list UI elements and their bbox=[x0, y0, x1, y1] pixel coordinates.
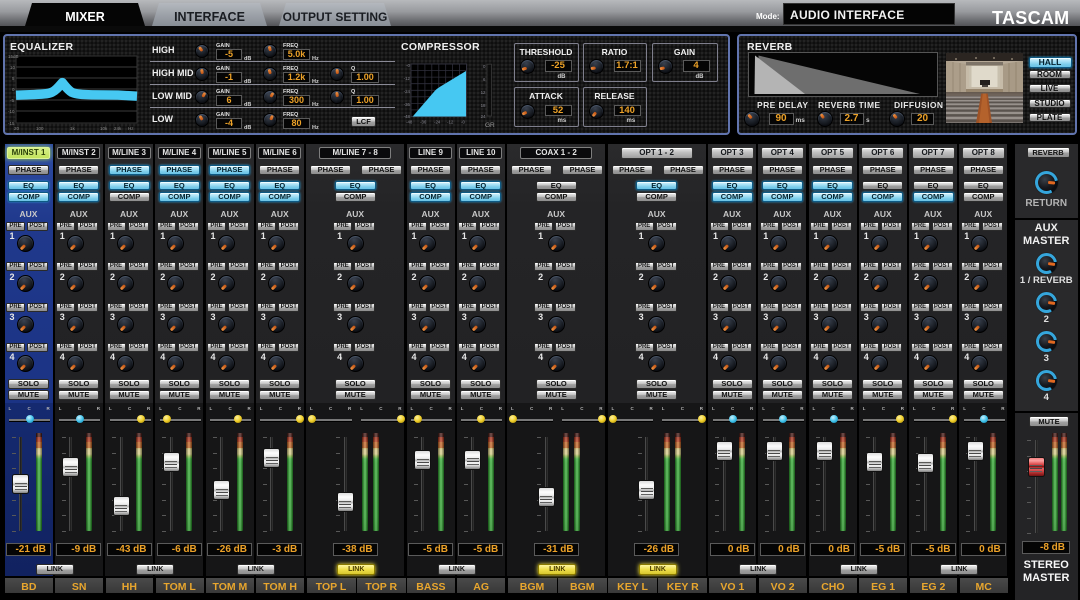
svg-text:20: 20 bbox=[14, 126, 20, 131]
svg-text:-36: -36 bbox=[420, 120, 427, 125]
svg-text:-24: -24 bbox=[434, 120, 441, 125]
svg-text:-12: -12 bbox=[404, 76, 411, 81]
svg-text:10: 10 bbox=[10, 65, 16, 70]
svg-text:-48: -48 bbox=[406, 120, 413, 125]
svg-text:1k: 1k bbox=[70, 126, 76, 131]
svg-text:5: 5 bbox=[12, 76, 15, 81]
svg-text:24k: 24k bbox=[114, 126, 122, 131]
svg-text:-10: -10 bbox=[8, 109, 15, 114]
svg-text:-5: -5 bbox=[10, 98, 14, 103]
svg-text:100: 100 bbox=[36, 126, 44, 131]
svg-text:0: 0 bbox=[483, 64, 486, 69]
svg-text:GR: GR bbox=[485, 122, 495, 129]
svg-text:12: 12 bbox=[481, 90, 486, 95]
svg-text:-12: -12 bbox=[447, 120, 454, 125]
svg-text:0: 0 bbox=[12, 87, 15, 92]
svg-text:24: 24 bbox=[481, 114, 486, 119]
svg-text:-0: -0 bbox=[461, 120, 465, 125]
svg-text:Hz: Hz bbox=[128, 126, 134, 131]
svg-text:6: 6 bbox=[483, 77, 486, 82]
svg-text:-24: -24 bbox=[404, 89, 411, 94]
svg-text:18: 18 bbox=[481, 103, 486, 108]
svg-text:-36: -36 bbox=[404, 102, 411, 107]
svg-text:10k: 10k bbox=[100, 126, 108, 131]
svg-text:15dB: 15dB bbox=[8, 54, 19, 59]
svg-text:-0: -0 bbox=[406, 63, 410, 68]
svg-text:-48: -48 bbox=[404, 114, 411, 119]
